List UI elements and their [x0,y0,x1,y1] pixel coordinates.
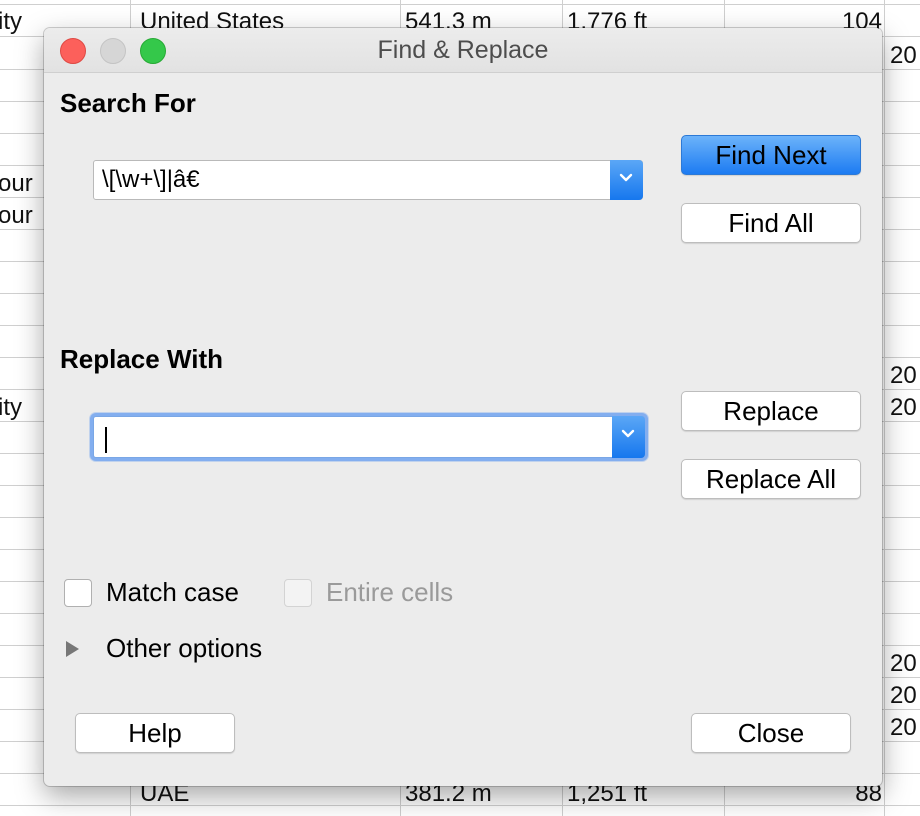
replace-button[interactable]: Replace [681,391,861,431]
entire-cells-label: Entire cells [326,577,454,607]
text-caret [105,427,107,453]
sheet-cell: 20 [890,394,917,421]
replace-dropdown-button[interactable] [612,416,645,458]
help-button[interactable]: Help [75,713,235,753]
sheet-cell: our [0,202,33,229]
chevron-down-icon [621,429,635,438]
find-next-button[interactable]: Find Next [681,135,861,175]
grid-row-line [0,4,920,5]
grid-col-line [884,0,885,816]
dialog-title: Find & Replace [377,36,549,64]
search-for-label: Search For [60,88,196,118]
sheet-cell: 20 [890,42,917,69]
chevron-down-icon [619,173,633,182]
sheet-cell: 20 [890,362,917,389]
find-all-button[interactable]: Find All [681,203,861,243]
sheet-cell: ity [0,8,22,35]
match-case-checkbox[interactable] [64,579,92,607]
match-case-label[interactable]: Match case [106,577,239,608]
title-bar[interactable]: Find & Replace [44,28,882,73]
replace-all-button[interactable]: Replace All [681,459,861,499]
replace-combobox[interactable] [93,416,645,458]
find-replace-dialog: Find & Replace Search For \[\w+\]|â€ Fin… [44,28,882,786]
sheet-cell: 20 [890,714,917,741]
sheet-cell: our [0,170,33,197]
sheet-cell: 20 [890,682,917,709]
sheet-cell: ity [0,394,22,421]
search-combobox[interactable]: \[\w+\]|â€ [93,160,643,200]
entire-cells-checkbox [284,579,312,607]
other-options-expander[interactable]: Other options [106,633,262,664]
sheet-cell: 20 [890,650,917,677]
disclosure-triangle-icon[interactable] [66,641,79,657]
replace-with-label: Replace With [60,344,224,374]
close-button[interactable]: Close [691,713,851,753]
search-input[interactable]: \[\w+\]|â€ [102,161,200,199]
search-dropdown-button[interactable] [610,160,643,200]
